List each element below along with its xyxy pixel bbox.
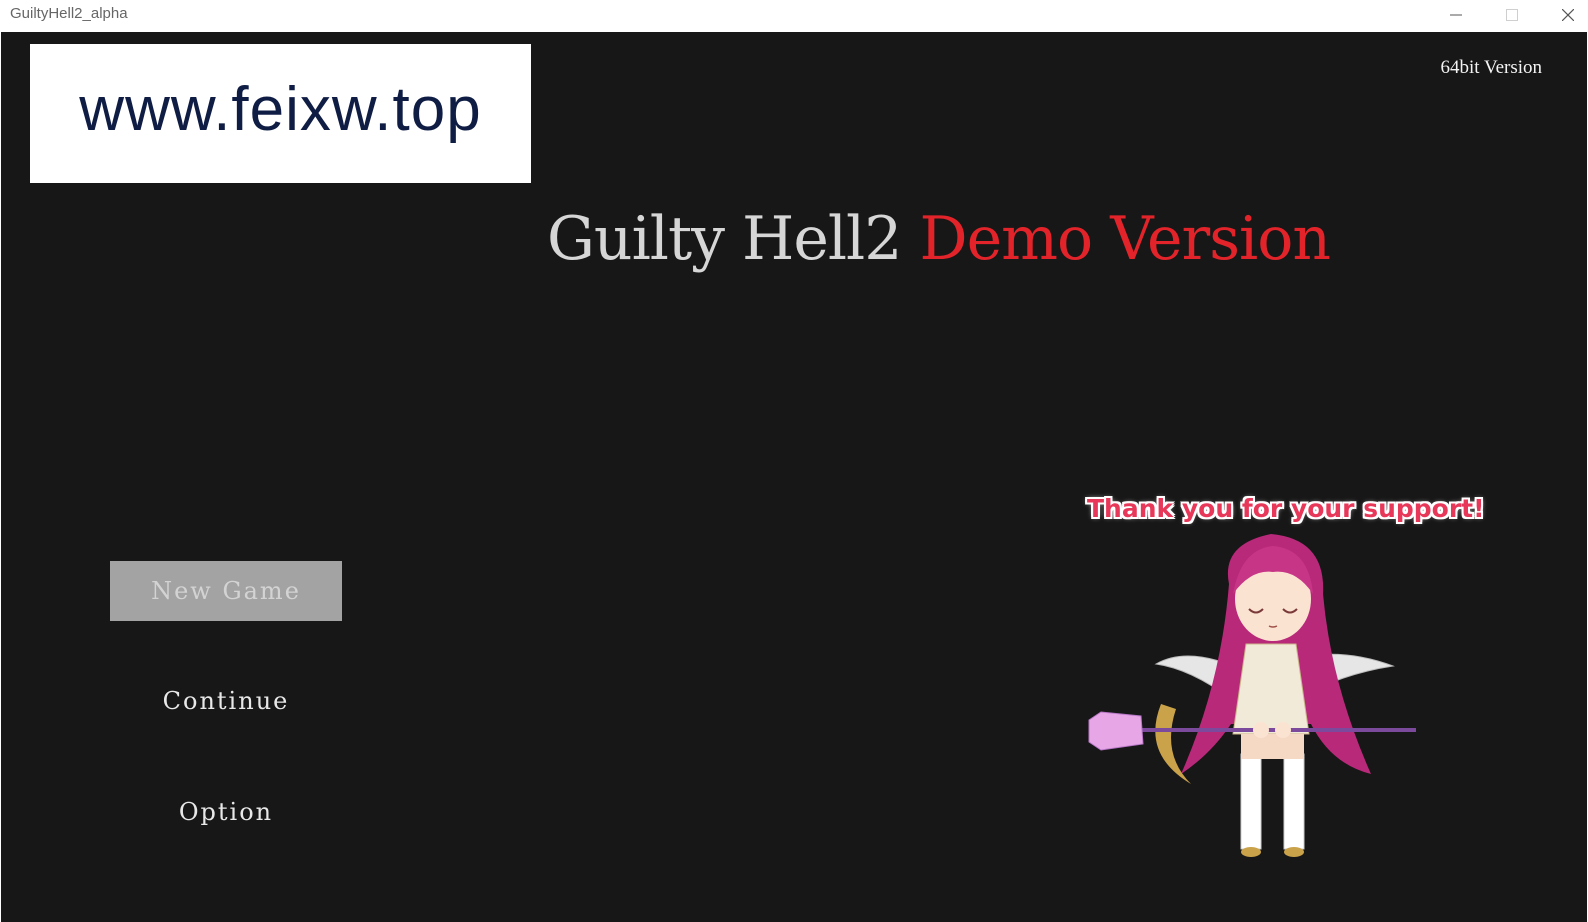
minimize-button[interactable] xyxy=(1428,0,1484,30)
continue-button[interactable]: Continue xyxy=(110,671,342,731)
maximize-icon xyxy=(1506,9,1518,21)
support-message: Thank you for your support! xyxy=(1087,494,1485,523)
title-bar[interactable]: GuiltyHell2_alpha xyxy=(0,0,1588,32)
minimize-icon xyxy=(1450,14,1462,16)
maximize-button[interactable] xyxy=(1484,0,1540,30)
game-title: Guilty Hell2 Demo Version xyxy=(547,204,1331,274)
close-icon xyxy=(1562,9,1574,21)
chibi-character-illustration xyxy=(1088,534,1416,857)
watermark-banner: www.feixw.top xyxy=(30,44,531,183)
new-game-button[interactable]: New Game xyxy=(110,561,342,621)
game-screen[interactable]: www.feixw.top 64bit Version Guilty Hell2… xyxy=(1,32,1587,922)
watermark-text: www.feixw.top xyxy=(79,75,482,144)
version-label: 64bit Version xyxy=(1440,57,1542,78)
game-window: GuiltyHell2_alpha www.feixw.top 64bit Ve… xyxy=(0,0,1588,922)
game-title-main: Guilty Hell2 xyxy=(547,204,902,274)
close-button[interactable] xyxy=(1540,0,1588,30)
option-button[interactable]: Option xyxy=(110,782,342,842)
window-title: GuiltyHell2_alpha xyxy=(10,5,128,22)
game-title-demo: Demo Version xyxy=(919,204,1331,274)
